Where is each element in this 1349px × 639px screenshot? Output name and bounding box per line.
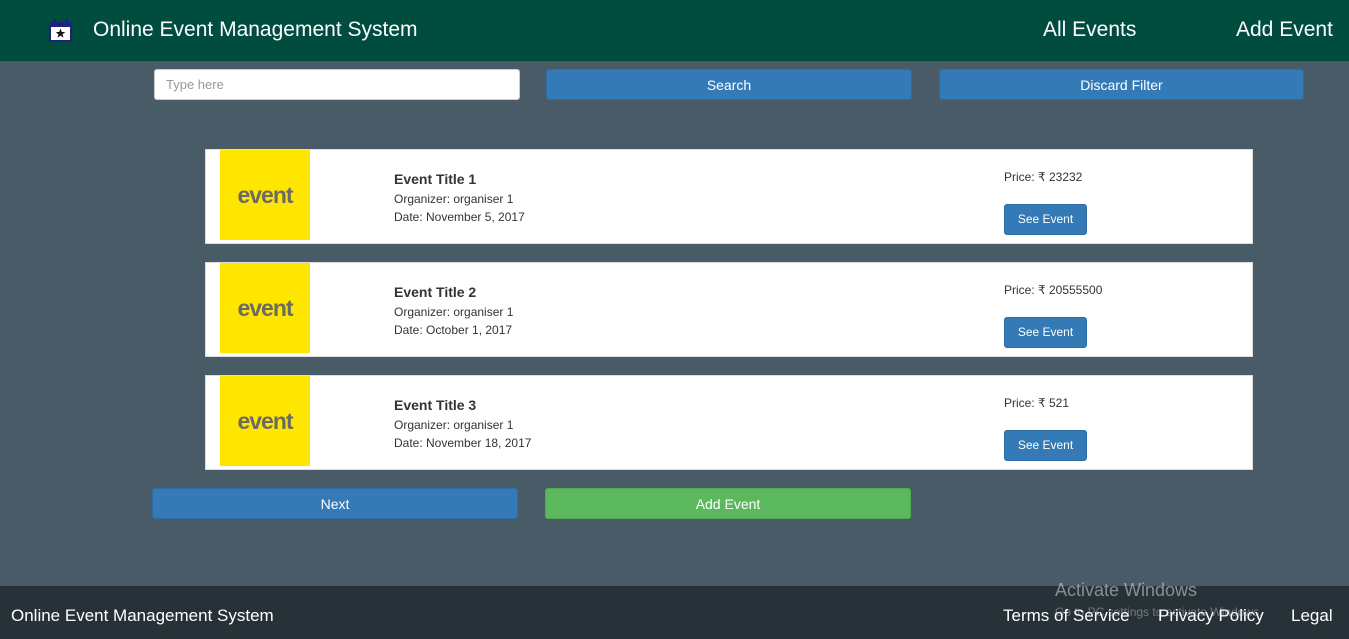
event-thumbnail-text: event (237, 407, 293, 434)
footer-title: Online Event Management System (11, 606, 274, 625)
search-button[interactable]: Search (546, 69, 912, 100)
nav-add-event[interactable]: Add Event (1236, 17, 1333, 43)
add-event-button[interactable]: Add Event (545, 488, 911, 519)
nav-all-events[interactable]: All Events (1043, 17, 1136, 43)
search-input[interactable] (154, 69, 520, 100)
see-event-button[interactable]: See Event (1004, 204, 1087, 235)
event-card: event Event Title 2 Organizer: organiser… (205, 262, 1253, 357)
event-date: Date: November 5, 2017 (394, 210, 525, 224)
see-event-button[interactable]: See Event (1004, 430, 1087, 461)
event-card: event Event Title 3 Organizer: organiser… (205, 375, 1253, 470)
discard-filter-button[interactable]: Discard Filter (939, 69, 1304, 100)
event-organizer: Organizer: organiser 1 (394, 418, 514, 432)
top-navbar: Online Event Management System All Event… (0, 0, 1349, 61)
event-title: Event Title 1 (394, 171, 477, 187)
event-price: Price: ₹ 20555500 (1004, 283, 1103, 297)
activate-windows-subtitle: Go to PC settings to activate Windows. (1055, 605, 1263, 619)
event-thumbnail: event (220, 376, 310, 466)
event-date: Date: November 18, 2017 (394, 436, 532, 450)
event-thumbnail-text: event (237, 181, 293, 208)
event-organizer: Organizer: organiser 1 (394, 192, 514, 206)
footer-link-legal[interactable]: Legal (1291, 606, 1333, 626)
event-thumbnail-text: event (237, 294, 293, 321)
event-date: Date: October 1, 2017 (394, 323, 513, 337)
event-organizer: Organizer: organiser 1 (394, 305, 514, 319)
event-thumbnail: event (220, 263, 310, 353)
event-price: Price: ₹ 521 (1004, 396, 1069, 410)
event-card: event Event Title 1 Organizer: organiser… (205, 149, 1253, 244)
event-title: Event Title 2 (394, 284, 477, 300)
activate-windows-watermark: Activate Windows (1055, 580, 1198, 600)
brand-title[interactable]: Online Event Management System (93, 17, 418, 43)
next-page-button[interactable]: Next (152, 488, 518, 519)
see-event-button[interactable]: See Event (1004, 317, 1087, 348)
event-title: Event Title 3 (394, 397, 477, 413)
event-thumbnail: event (220, 150, 310, 240)
event-price: Price: ₹ 23232 (1004, 170, 1083, 184)
calendar-star-icon[interactable] (48, 19, 73, 43)
